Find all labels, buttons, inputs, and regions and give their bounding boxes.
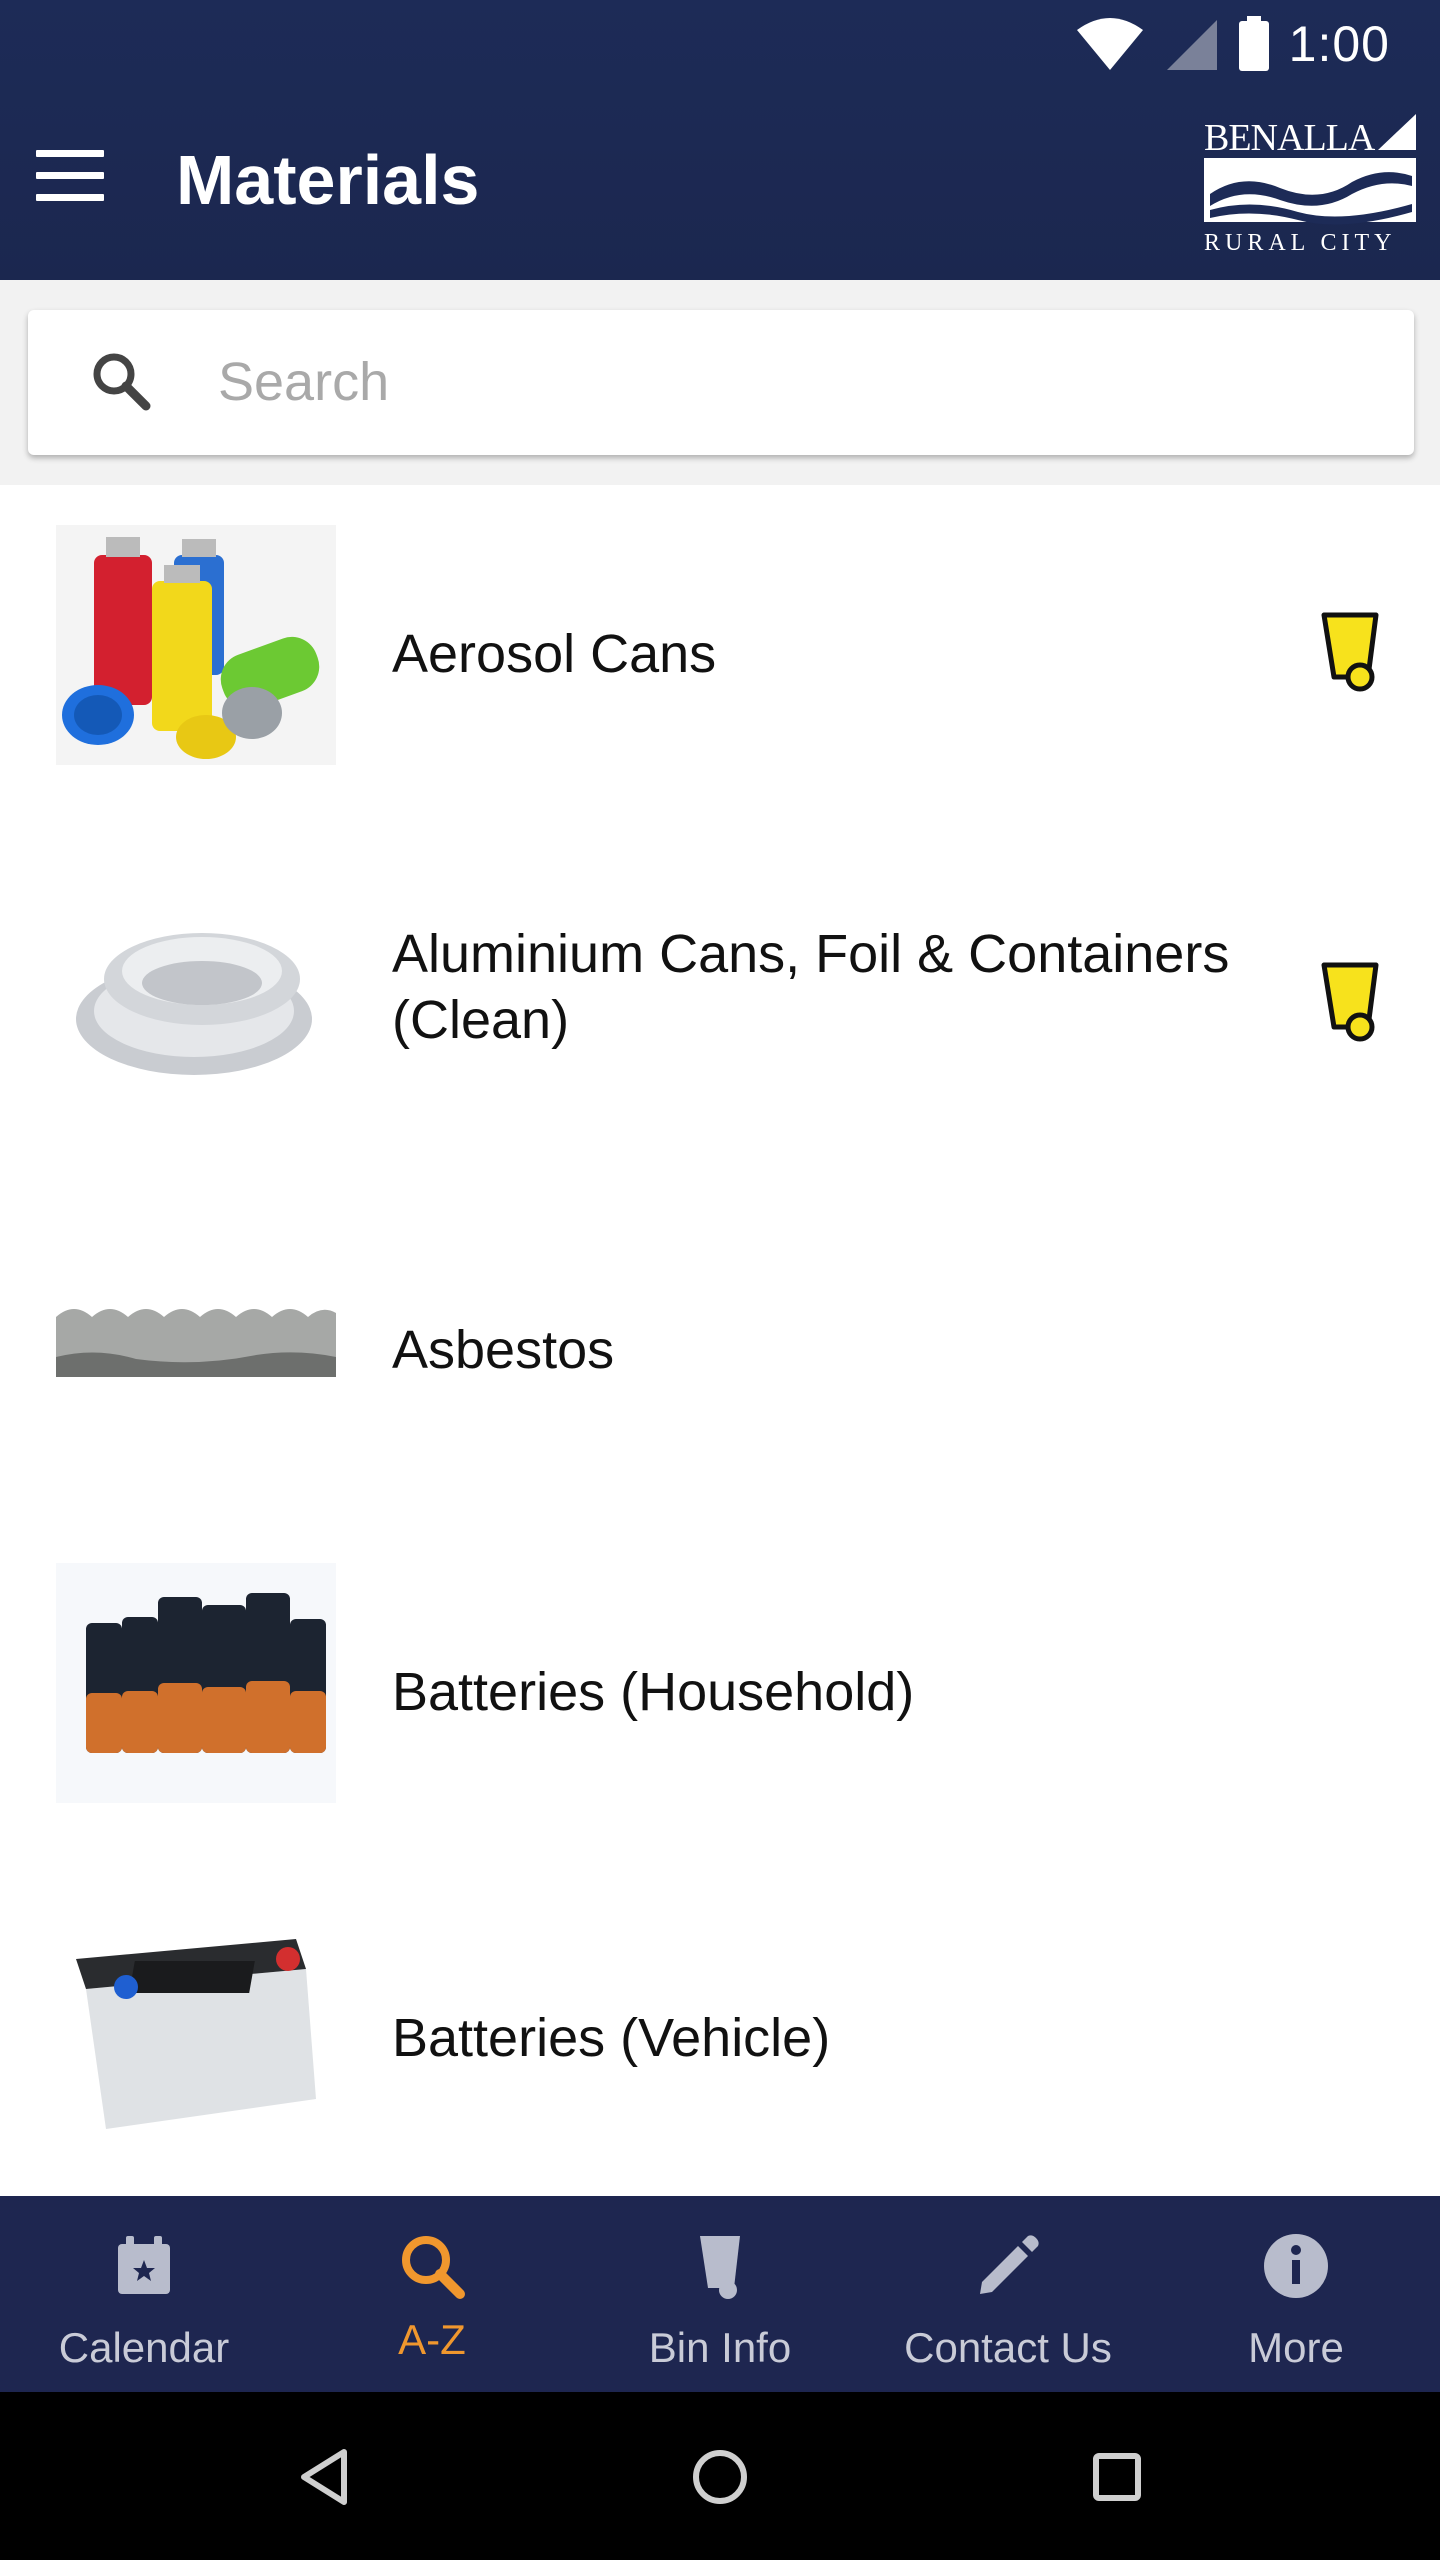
vehicle-battery-image bbox=[56, 1909, 336, 2149]
list-item[interactable]: Asbestos bbox=[0, 1177, 1440, 1523]
list-item[interactable]: Batteries (Vehicle) bbox=[0, 1869, 1440, 2215]
asbestos-image bbox=[56, 1217, 336, 1457]
search-icon bbox=[402, 2236, 465, 2299]
item-label: Batteries (Household) bbox=[392, 1662, 915, 1722]
system-nav-bar bbox=[0, 2392, 1440, 2560]
menu-button[interactable] bbox=[36, 150, 106, 202]
bottom-nav: Calendar A-Z Bin Info Contact Us More bbox=[0, 2196, 1440, 2392]
item-label: Aerosol Cans bbox=[392, 624, 717, 684]
menu-icon-line bbox=[36, 194, 104, 201]
item-label: Aluminium Cans, Foil & Containers (Clean… bbox=[392, 924, 1230, 1050]
search-icon bbox=[93, 353, 151, 411]
aerosol-cans-image bbox=[56, 525, 336, 765]
household-batteries-image bbox=[56, 1563, 336, 1803]
nav-more[interactable]: More bbox=[1152, 2196, 1440, 2392]
yellow-bin-icon bbox=[1321, 962, 1379, 1042]
bin-icon bbox=[700, 2236, 740, 2299]
item-label: Batteries (Vehicle) bbox=[392, 2008, 831, 2068]
recents-icon[interactable] bbox=[1082, 2442, 1152, 2512]
nav-label: Calendar bbox=[58, 2324, 230, 2371]
back-icon[interactable] bbox=[290, 2442, 360, 2512]
aluminium-containers-image bbox=[56, 871, 336, 1111]
status-bar: 1:00 bbox=[0, 0, 1440, 88]
list-item[interactable]: Batteries (Household) bbox=[0, 1523, 1440, 1869]
pencil-icon bbox=[980, 2235, 1039, 2294]
nav-label: Contact Us bbox=[904, 2324, 1112, 2371]
menu-icon-line bbox=[36, 150, 104, 157]
status-time: 1:00 bbox=[1288, 16, 1390, 72]
info-icon bbox=[1264, 2234, 1328, 2298]
home-icon[interactable] bbox=[685, 2442, 755, 2512]
search-input[interactable] bbox=[218, 334, 1368, 430]
app-bar: Materials BENALLA RURAL CITY bbox=[0, 88, 1440, 280]
search-area bbox=[0, 280, 1440, 485]
nav-label: More bbox=[1248, 2324, 1344, 2371]
nav-contact-us[interactable]: Contact Us bbox=[864, 2196, 1152, 2392]
calendar-icon bbox=[118, 2236, 170, 2294]
search-bar[interactable] bbox=[28, 310, 1414, 455]
nav-a-z[interactable]: A-Z bbox=[288, 2196, 576, 2392]
svg-text:BENALLA: BENALLA bbox=[1204, 117, 1376, 159]
nav-label: A-Z bbox=[398, 2316, 466, 2363]
nav-label: Bin Info bbox=[648, 2324, 792, 2371]
battery-icon bbox=[1238, 16, 1269, 71]
list-item[interactable]: Aerosol Cans bbox=[0, 485, 1440, 831]
header: 1:00 Materials BENALLA RURAL CITY bbox=[0, 0, 1440, 280]
wifi-icon bbox=[1076, 18, 1143, 70]
page-title: Materials bbox=[176, 141, 480, 219]
materials-list: Aerosol Cans Aluminium Cans, Foil & Cont… bbox=[0, 485, 1440, 2195]
nav-calendar[interactable]: Calendar bbox=[0, 2196, 288, 2392]
cell-signal-icon bbox=[1166, 20, 1217, 70]
svg-text:RURAL CITY: RURAL CITY bbox=[1204, 230, 1396, 256]
item-label: Asbestos bbox=[392, 1320, 615, 1380]
yellow-bin-icon bbox=[1321, 612, 1379, 692]
menu-icon-line bbox=[36, 172, 104, 179]
list-item[interactable]: Aluminium Cans, Foil & Containers (Clean… bbox=[0, 831, 1440, 1177]
nav-bin-info[interactable]: Bin Info bbox=[576, 2196, 864, 2392]
benalla-logo: BENALLA RURAL CITY bbox=[1202, 108, 1422, 258]
